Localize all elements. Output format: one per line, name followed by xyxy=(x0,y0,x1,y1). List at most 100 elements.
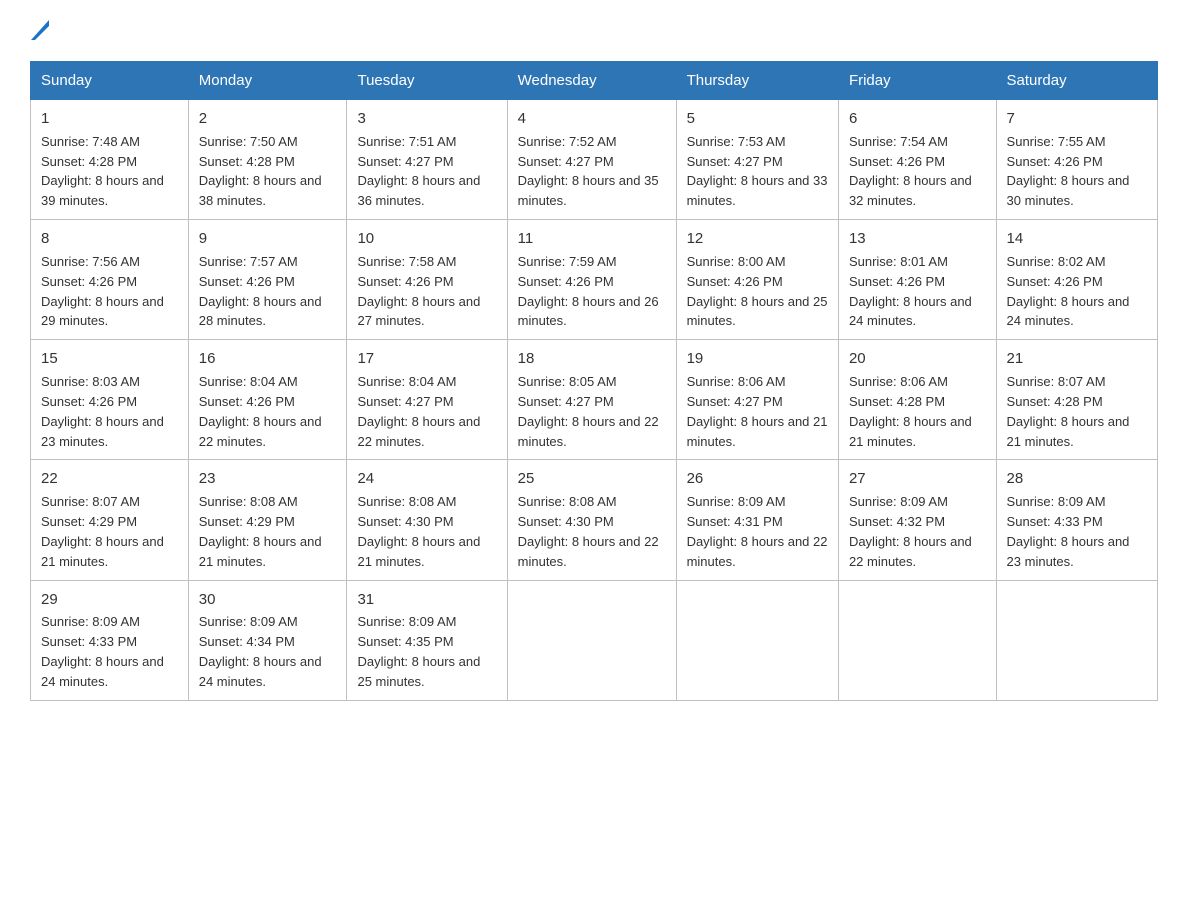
day-info: Sunrise: 7:50 AMSunset: 4:28 PMDaylight:… xyxy=(199,134,322,209)
calendar-week-row: 8 Sunrise: 7:56 AMSunset: 4:26 PMDayligh… xyxy=(31,220,1158,340)
table-row: 19 Sunrise: 8:06 AMSunset: 4:27 PMDaylig… xyxy=(676,340,838,460)
day-number: 19 xyxy=(687,348,828,370)
day-info: Sunrise: 8:08 AMSunset: 4:29 PMDaylight:… xyxy=(199,494,322,569)
day-number: 7 xyxy=(1007,108,1147,130)
logo-top-row xyxy=(30,20,49,45)
table-row xyxy=(838,580,996,700)
day-number: 16 xyxy=(199,348,337,370)
day-number: 10 xyxy=(357,228,496,250)
table-row: 21 Sunrise: 8:07 AMSunset: 4:28 PMDaylig… xyxy=(996,340,1157,460)
day-number: 23 xyxy=(199,468,337,490)
col-friday: Friday xyxy=(838,62,996,100)
table-row: 29 Sunrise: 8:09 AMSunset: 4:33 PMDaylig… xyxy=(31,580,189,700)
day-number: 2 xyxy=(199,108,337,130)
day-number: 17 xyxy=(357,348,496,370)
table-row: 9 Sunrise: 7:57 AMSunset: 4:26 PMDayligh… xyxy=(188,220,347,340)
day-number: 26 xyxy=(687,468,828,490)
day-info: Sunrise: 8:08 AMSunset: 4:30 PMDaylight:… xyxy=(518,494,659,569)
table-row: 20 Sunrise: 8:06 AMSunset: 4:28 PMDaylig… xyxy=(838,340,996,460)
calendar-header: Sunday Monday Tuesday Wednesday Thursday… xyxy=(31,62,1158,100)
day-number: 6 xyxy=(849,108,986,130)
day-number: 22 xyxy=(41,468,178,490)
table-row: 23 Sunrise: 8:08 AMSunset: 4:29 PMDaylig… xyxy=(188,460,347,580)
day-number: 13 xyxy=(849,228,986,250)
day-number: 18 xyxy=(518,348,666,370)
day-info: Sunrise: 8:09 AMSunset: 4:34 PMDaylight:… xyxy=(199,614,322,689)
day-number: 11 xyxy=(518,228,666,250)
day-info: Sunrise: 8:03 AMSunset: 4:26 PMDaylight:… xyxy=(41,374,164,449)
day-info: Sunrise: 7:52 AMSunset: 4:27 PMDaylight:… xyxy=(518,134,659,209)
table-row: 16 Sunrise: 8:04 AMSunset: 4:26 PMDaylig… xyxy=(188,340,347,460)
table-row xyxy=(996,580,1157,700)
day-number: 4 xyxy=(518,108,666,130)
day-info: Sunrise: 8:07 AMSunset: 4:29 PMDaylight:… xyxy=(41,494,164,569)
day-info: Sunrise: 7:51 AMSunset: 4:27 PMDaylight:… xyxy=(357,134,480,209)
table-row: 24 Sunrise: 8:08 AMSunset: 4:30 PMDaylig… xyxy=(347,460,507,580)
day-number: 29 xyxy=(41,589,178,611)
table-row xyxy=(507,580,676,700)
day-info: Sunrise: 8:00 AMSunset: 4:26 PMDaylight:… xyxy=(687,254,828,329)
day-info: Sunrise: 8:09 AMSunset: 4:31 PMDaylight:… xyxy=(687,494,828,569)
day-number: 30 xyxy=(199,589,337,611)
day-info: Sunrise: 7:57 AMSunset: 4:26 PMDaylight:… xyxy=(199,254,322,329)
col-tuesday: Tuesday xyxy=(347,62,507,100)
day-number: 1 xyxy=(41,108,178,130)
table-row: 22 Sunrise: 8:07 AMSunset: 4:29 PMDaylig… xyxy=(31,460,189,580)
calendar-week-row: 15 Sunrise: 8:03 AMSunset: 4:26 PMDaylig… xyxy=(31,340,1158,460)
day-info: Sunrise: 7:53 AMSunset: 4:27 PMDaylight:… xyxy=(687,134,828,209)
day-number: 14 xyxy=(1007,228,1147,250)
day-info: Sunrise: 7:56 AMSunset: 4:26 PMDaylight:… xyxy=(41,254,164,329)
day-number: 25 xyxy=(518,468,666,490)
table-row: 14 Sunrise: 8:02 AMSunset: 4:26 PMDaylig… xyxy=(996,220,1157,340)
logo xyxy=(30,20,49,41)
day-info: Sunrise: 7:59 AMSunset: 4:26 PMDaylight:… xyxy=(518,254,659,329)
day-info: Sunrise: 8:02 AMSunset: 4:26 PMDaylight:… xyxy=(1007,254,1130,329)
day-number: 31 xyxy=(357,589,496,611)
day-info: Sunrise: 7:54 AMSunset: 4:26 PMDaylight:… xyxy=(849,134,972,209)
table-row xyxy=(676,580,838,700)
table-row: 3 Sunrise: 7:51 AMSunset: 4:27 PMDayligh… xyxy=(347,100,507,220)
day-number: 24 xyxy=(357,468,496,490)
day-number: 3 xyxy=(357,108,496,130)
table-row: 28 Sunrise: 8:09 AMSunset: 4:33 PMDaylig… xyxy=(996,460,1157,580)
calendar-week-row: 1 Sunrise: 7:48 AMSunset: 4:28 PMDayligh… xyxy=(31,100,1158,220)
col-thursday: Thursday xyxy=(676,62,838,100)
table-row: 4 Sunrise: 7:52 AMSunset: 4:27 PMDayligh… xyxy=(507,100,676,220)
day-number: 15 xyxy=(41,348,178,370)
table-row: 15 Sunrise: 8:03 AMSunset: 4:26 PMDaylig… xyxy=(31,340,189,460)
day-info: Sunrise: 8:09 AMSunset: 4:32 PMDaylight:… xyxy=(849,494,972,569)
table-row: 10 Sunrise: 7:58 AMSunset: 4:26 PMDaylig… xyxy=(347,220,507,340)
day-info: Sunrise: 8:08 AMSunset: 4:30 PMDaylight:… xyxy=(357,494,480,569)
calendar-week-row: 22 Sunrise: 8:07 AMSunset: 4:29 PMDaylig… xyxy=(31,460,1158,580)
col-saturday: Saturday xyxy=(996,62,1157,100)
col-monday: Monday xyxy=(188,62,347,100)
calendar-body: 1 Sunrise: 7:48 AMSunset: 4:28 PMDayligh… xyxy=(31,100,1158,701)
day-info: Sunrise: 8:01 AMSunset: 4:26 PMDaylight:… xyxy=(849,254,972,329)
table-row: 13 Sunrise: 8:01 AMSunset: 4:26 PMDaylig… xyxy=(838,220,996,340)
day-info: Sunrise: 7:58 AMSunset: 4:26 PMDaylight:… xyxy=(357,254,480,329)
table-row: 18 Sunrise: 8:05 AMSunset: 4:27 PMDaylig… xyxy=(507,340,676,460)
day-info: Sunrise: 8:09 AMSunset: 4:33 PMDaylight:… xyxy=(41,614,164,689)
day-info: Sunrise: 8:06 AMSunset: 4:28 PMDaylight:… xyxy=(849,374,972,449)
table-row: 12 Sunrise: 8:00 AMSunset: 4:26 PMDaylig… xyxy=(676,220,838,340)
day-number: 12 xyxy=(687,228,828,250)
day-number: 20 xyxy=(849,348,986,370)
logo-arrow-icon xyxy=(31,20,49,45)
calendar-week-row: 29 Sunrise: 8:09 AMSunset: 4:33 PMDaylig… xyxy=(31,580,1158,700)
table-row: 6 Sunrise: 7:54 AMSunset: 4:26 PMDayligh… xyxy=(838,100,996,220)
day-info: Sunrise: 7:48 AMSunset: 4:28 PMDaylight:… xyxy=(41,134,164,209)
table-row: 25 Sunrise: 8:08 AMSunset: 4:30 PMDaylig… xyxy=(507,460,676,580)
table-row: 30 Sunrise: 8:09 AMSunset: 4:34 PMDaylig… xyxy=(188,580,347,700)
day-info: Sunrise: 8:04 AMSunset: 4:27 PMDaylight:… xyxy=(357,374,480,449)
calendar-table: Sunday Monday Tuesday Wednesday Thursday… xyxy=(30,61,1158,701)
page-header xyxy=(30,20,1158,41)
table-row: 11 Sunrise: 7:59 AMSunset: 4:26 PMDaylig… xyxy=(507,220,676,340)
table-row: 26 Sunrise: 8:09 AMSunset: 4:31 PMDaylig… xyxy=(676,460,838,580)
table-row: 31 Sunrise: 8:09 AMSunset: 4:35 PMDaylig… xyxy=(347,580,507,700)
day-info: Sunrise: 8:04 AMSunset: 4:26 PMDaylight:… xyxy=(199,374,322,449)
day-number: 28 xyxy=(1007,468,1147,490)
day-info: Sunrise: 8:09 AMSunset: 4:35 PMDaylight:… xyxy=(357,614,480,689)
table-row: 7 Sunrise: 7:55 AMSunset: 4:26 PMDayligh… xyxy=(996,100,1157,220)
day-number: 27 xyxy=(849,468,986,490)
day-info: Sunrise: 8:07 AMSunset: 4:28 PMDaylight:… xyxy=(1007,374,1130,449)
